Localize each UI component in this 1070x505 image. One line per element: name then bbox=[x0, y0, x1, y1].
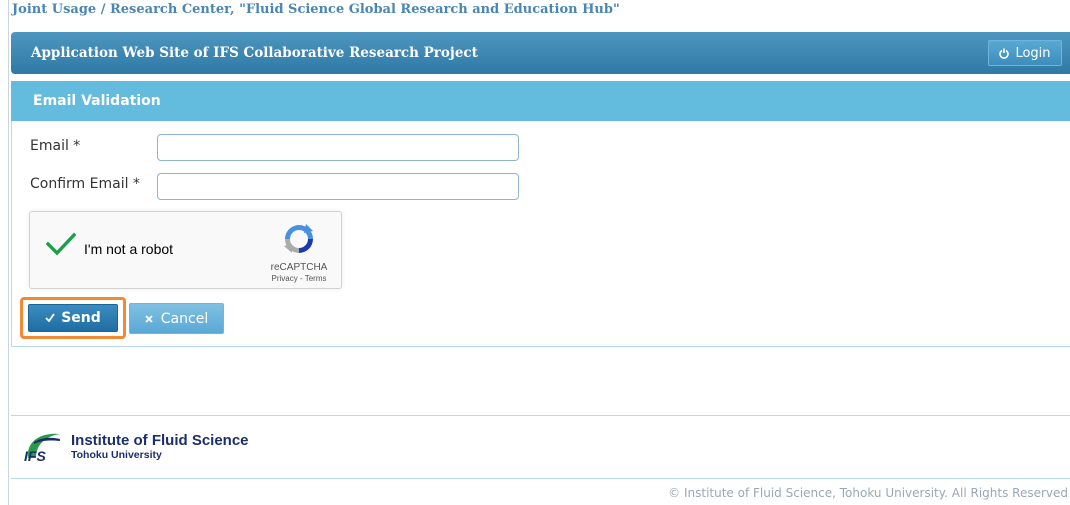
confirm-email-label: Confirm Email * bbox=[30, 176, 140, 192]
cancel-label: Cancel bbox=[160, 310, 209, 327]
institute-name: Institute of Fluid Science bbox=[71, 432, 249, 449]
panel-header: Email Validation bbox=[11, 81, 1070, 121]
checkmark-icon[interactable] bbox=[45, 232, 77, 260]
login-button[interactable]: Login bbox=[988, 40, 1062, 66]
recaptcha-widget[interactable]: I'm not a robot reCAPTCHA Privacy - Term… bbox=[29, 211, 342, 289]
recaptcha-links[interactable]: Privacy - Terms bbox=[261, 274, 337, 283]
send-button[interactable]: Send bbox=[28, 304, 118, 332]
top-banner: Joint Usage / Research Center, "Fluid Sc… bbox=[12, 2, 620, 17]
login-label: Login bbox=[1015, 45, 1051, 61]
svg-text:IFS: IFS bbox=[24, 448, 46, 464]
ifs-logo-icon: IFS bbox=[20, 428, 68, 470]
check-icon bbox=[45, 310, 55, 326]
cancel-button[interactable]: Cancel bbox=[129, 303, 224, 334]
power-icon bbox=[999, 48, 1010, 59]
footer-divider-bottom bbox=[11, 478, 1070, 479]
app-title: Application Web Site of IFS Collaborativ… bbox=[31, 45, 478, 61]
copyright-text: © Institute of Fluid Science, Tohoku Uni… bbox=[668, 486, 1068, 500]
recaptcha-logo-icon bbox=[282, 222, 316, 260]
recaptcha-brand: reCAPTCHA bbox=[270, 262, 328, 273]
close-icon bbox=[145, 311, 153, 327]
university-name: Tohoku University bbox=[71, 449, 162, 461]
footer-divider-top bbox=[11, 415, 1070, 416]
confirm-email-field[interactable] bbox=[157, 173, 519, 200]
page-left-border bbox=[8, 0, 9, 505]
email-label: Email * bbox=[30, 138, 81, 154]
recaptcha-label: I'm not a robot bbox=[84, 241, 174, 257]
app-header: Application Web Site of IFS Collaborativ… bbox=[11, 32, 1070, 74]
email-field[interactable] bbox=[157, 134, 519, 161]
panel-title: Email Validation bbox=[33, 93, 161, 109]
send-label: Send bbox=[61, 310, 101, 326]
